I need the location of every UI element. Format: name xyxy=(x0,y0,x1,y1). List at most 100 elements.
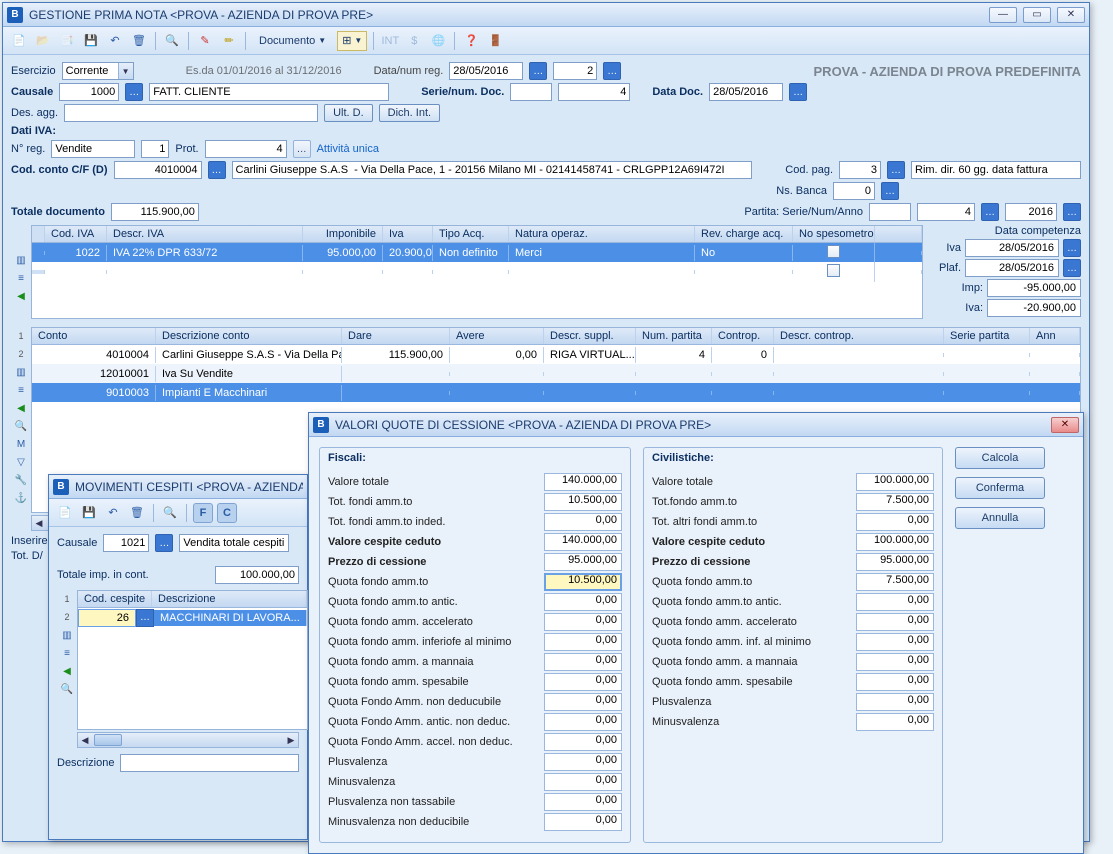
save-icon[interactable]: 💾 xyxy=(79,503,99,523)
value-field[interactable]: 95.000,00 xyxy=(856,553,934,571)
annulla-button[interactable]: Annulla xyxy=(955,507,1045,529)
close-button[interactable]: ✕ xyxy=(1057,7,1085,23)
totale-doc-field[interactable] xyxy=(111,203,199,221)
value-field[interactable]: 0,00 xyxy=(856,613,934,631)
spesometro-checkbox[interactable] xyxy=(827,264,840,277)
value-field[interactable]: 0,00 xyxy=(544,713,622,731)
model-icon[interactable]: M xyxy=(14,437,28,451)
lookup-icon[interactable]: … xyxy=(881,182,899,200)
data-doc-field[interactable] xyxy=(709,83,783,101)
value-field[interactable]: 140.000,00 xyxy=(544,473,622,491)
lookup-icon[interactable]: … xyxy=(603,62,621,80)
cespite-row[interactable]: 26 … MACCHINARI DI LAVORA... xyxy=(78,608,307,627)
new-icon[interactable]: 📄 xyxy=(55,503,75,523)
filter-icon[interactable]: ▽ xyxy=(14,455,28,469)
tool-pencil-icon[interactable]: ✏ xyxy=(219,31,239,51)
date-picker-icon[interactable]: … xyxy=(1063,259,1081,277)
conti-row[interactable]: 4010004 Carlini Giuseppe S.A.S - Via Del… xyxy=(32,345,1080,364)
num-reg-field[interactable] xyxy=(553,62,597,80)
undo-icon[interactable]: ↶ xyxy=(105,31,125,51)
partita-serie-field[interactable] xyxy=(869,203,911,221)
iva-row[interactable]: 1022 IVA 22% DPR 633/72 95.000,00 20.900… xyxy=(32,243,922,262)
value-field[interactable]: 0,00 xyxy=(856,593,934,611)
lookup-icon[interactable]: … xyxy=(1063,203,1081,221)
delete-icon[interactable]: 🗑 xyxy=(127,503,147,523)
causale-desc-field[interactable] xyxy=(149,83,389,101)
conti-row[interactable]: 12010001 Iva Su Vendite xyxy=(32,364,1080,383)
value-field[interactable]: 0,00 xyxy=(544,673,622,691)
value-field[interactable]: 0,00 xyxy=(856,673,934,691)
value-field[interactable]: 0,00 xyxy=(544,613,622,631)
calcola-button[interactable]: Calcola xyxy=(955,447,1045,469)
value-field[interactable]: 7.500,00 xyxy=(856,493,934,511)
lookup-icon[interactable]: … xyxy=(293,140,311,158)
esercizio-combo[interactable]: ▼ xyxy=(62,62,134,80)
des-agg-field[interactable] xyxy=(64,104,318,122)
cod-pag-desc-field[interactable] xyxy=(911,161,1081,179)
iva-row[interactable] xyxy=(32,262,922,281)
partita-num-field[interactable] xyxy=(917,203,975,221)
partita-anno-field[interactable] xyxy=(1005,203,1057,221)
help-icon[interactable]: ❓ xyxy=(461,31,481,51)
delete-icon[interactable]: 🗑 xyxy=(129,31,149,51)
serie-doc-field[interactable] xyxy=(510,83,552,101)
iva-date[interactable]: 28/05/2016 xyxy=(965,239,1059,257)
row-list-icon[interactable]: ≡ xyxy=(14,383,28,397)
cod-pag-field[interactable] xyxy=(839,161,881,179)
main-titlebar[interactable]: B GESTIONE PRIMA NOTA <PROVA - AZIENDA D… xyxy=(3,3,1089,27)
lookup-icon[interactable]: … xyxy=(155,534,173,552)
undo-icon[interactable]: ↶ xyxy=(103,503,123,523)
mov-titlebar[interactable]: B MOVIMENTI CESPITI <PROVA - AZIENDA DI xyxy=(49,475,307,499)
value-field[interactable]: 100.000,00 xyxy=(856,533,934,551)
anchor-icon[interactable]: ⚓ xyxy=(14,491,28,505)
date-picker-icon[interactable]: … xyxy=(1063,239,1081,257)
value-field[interactable]: 0,00 xyxy=(856,513,934,531)
conferma-button[interactable]: Conferma xyxy=(955,477,1045,499)
value-field[interactable]: 10.500,00 xyxy=(544,493,622,511)
value-field[interactable]: 95.000,00 xyxy=(544,553,622,571)
nreg-type-field[interactable] xyxy=(51,140,135,158)
descr-field[interactable] xyxy=(120,754,299,772)
tree-menu[interactable]: ⊞ ▼ xyxy=(337,31,367,51)
value-field[interactable]: 140.000,00 xyxy=(544,533,622,551)
value-field[interactable]: 0,00 xyxy=(544,513,622,531)
maximize-button[interactable]: ▭ xyxy=(1023,7,1051,23)
val-titlebar[interactable]: B VALORI QUOTE DI CESSIONE <PROVA - AZIE… xyxy=(309,413,1083,437)
value-field[interactable]: 0,00 xyxy=(544,773,622,791)
cod-conto-field[interactable] xyxy=(114,161,202,179)
row-add-icon[interactable]: ◀ xyxy=(14,401,28,415)
save-icon[interactable]: 💾 xyxy=(81,31,101,51)
search-icon[interactable]: 🔍 xyxy=(162,31,182,51)
value-field[interactable]: 0,00 xyxy=(856,713,934,731)
close-button[interactable]: ✕ xyxy=(1051,417,1079,433)
row-list-icon[interactable]: ≡ xyxy=(14,271,28,285)
lookup-icon[interactable]: … xyxy=(136,609,154,627)
lookup-icon[interactable]: … xyxy=(208,161,226,179)
row-add-icon[interactable]: ◀ xyxy=(60,664,74,678)
value-field[interactable]: 0,00 xyxy=(544,813,622,831)
iva-grid[interactable]: Cod. IVA Descr. IVA Imponibile Iva Tipo … xyxy=(31,225,923,319)
mov-causale-desc[interactable] xyxy=(179,534,289,552)
f-icon[interactable]: F xyxy=(193,503,213,523)
exit-icon[interactable]: 🚪 xyxy=(485,31,505,51)
value-field[interactable]: 0,00 xyxy=(856,693,934,711)
chevron-down-icon[interactable]: ▼ xyxy=(118,63,133,79)
row-list-icon[interactable]: ≡ xyxy=(60,646,74,660)
value-field[interactable]: 0,00 xyxy=(544,793,622,811)
value-field[interactable]: 0,00 xyxy=(544,733,622,751)
spesometro-checkbox[interactable] xyxy=(827,245,840,258)
value-field[interactable]: 0,00 xyxy=(544,753,622,771)
tool-icon[interactable]: 🔧 xyxy=(14,473,28,487)
attivita-link[interactable]: Attività unica xyxy=(317,143,379,155)
search-icon[interactable]: 🔍 xyxy=(160,503,180,523)
dich-int-button[interactable]: Dich. Int. xyxy=(379,104,440,122)
open-icon[interactable]: 📂 xyxy=(33,31,53,51)
lookup-icon[interactable]: … xyxy=(887,161,905,179)
mov-totimp-field[interactable] xyxy=(215,566,299,584)
value-field[interactable]: 0,00 xyxy=(544,633,622,651)
ns-banca-field[interactable] xyxy=(833,182,875,200)
conti-row[interactable]: 9010003 Impianti E Macchinari xyxy=(32,383,1080,402)
value-field[interactable]: 100.000,00 xyxy=(856,473,934,491)
prot-num-field[interactable] xyxy=(205,140,287,158)
copy-icon[interactable]: 📑 xyxy=(57,31,77,51)
